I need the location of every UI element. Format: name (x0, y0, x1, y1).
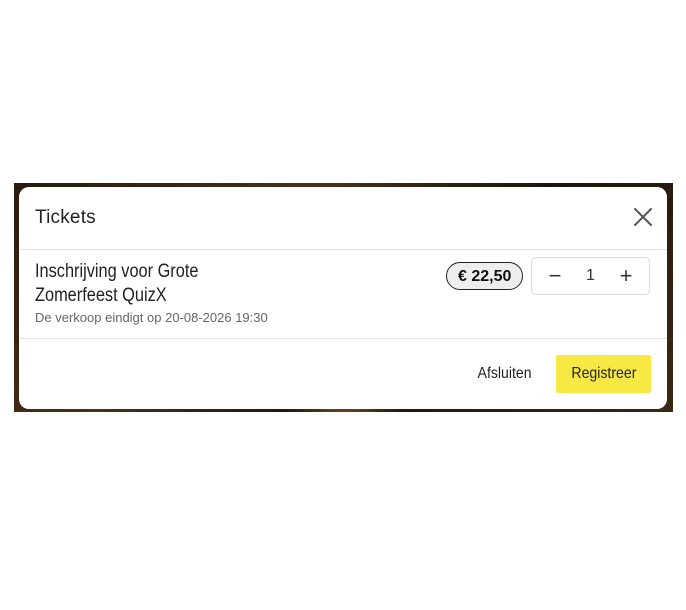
quantity-stepper[interactable]: − 1 + (531, 257, 650, 295)
quantity-value: 1 (586, 267, 595, 284)
dialog-footer: Afsluiten Registreer (19, 339, 667, 410)
dialog-header: Tickets (19, 187, 667, 250)
close-button[interactable] (631, 205, 655, 229)
close-dialog-button[interactable]: Afsluiten (467, 355, 542, 393)
sale-end-text: De verkoop eindigt op 20-08-2026 19:30 (35, 310, 268, 325)
tickets-dialog: Tickets Inschrijving voor Grote Zomerfee… (19, 187, 667, 409)
register-button-label: Registreer (571, 365, 636, 382)
ticket-name: Inschrijving voor Grote Zomerfeest QuizX (35, 261, 199, 306)
close-icon (634, 208, 652, 226)
decrease-quantity-button[interactable]: − (536, 258, 574, 294)
increase-quantity-button[interactable]: + (607, 258, 645, 294)
dialog-title: Tickets (35, 207, 96, 228)
price-badge: € 22,50 (446, 262, 524, 290)
register-button[interactable]: Registreer (556, 355, 651, 393)
